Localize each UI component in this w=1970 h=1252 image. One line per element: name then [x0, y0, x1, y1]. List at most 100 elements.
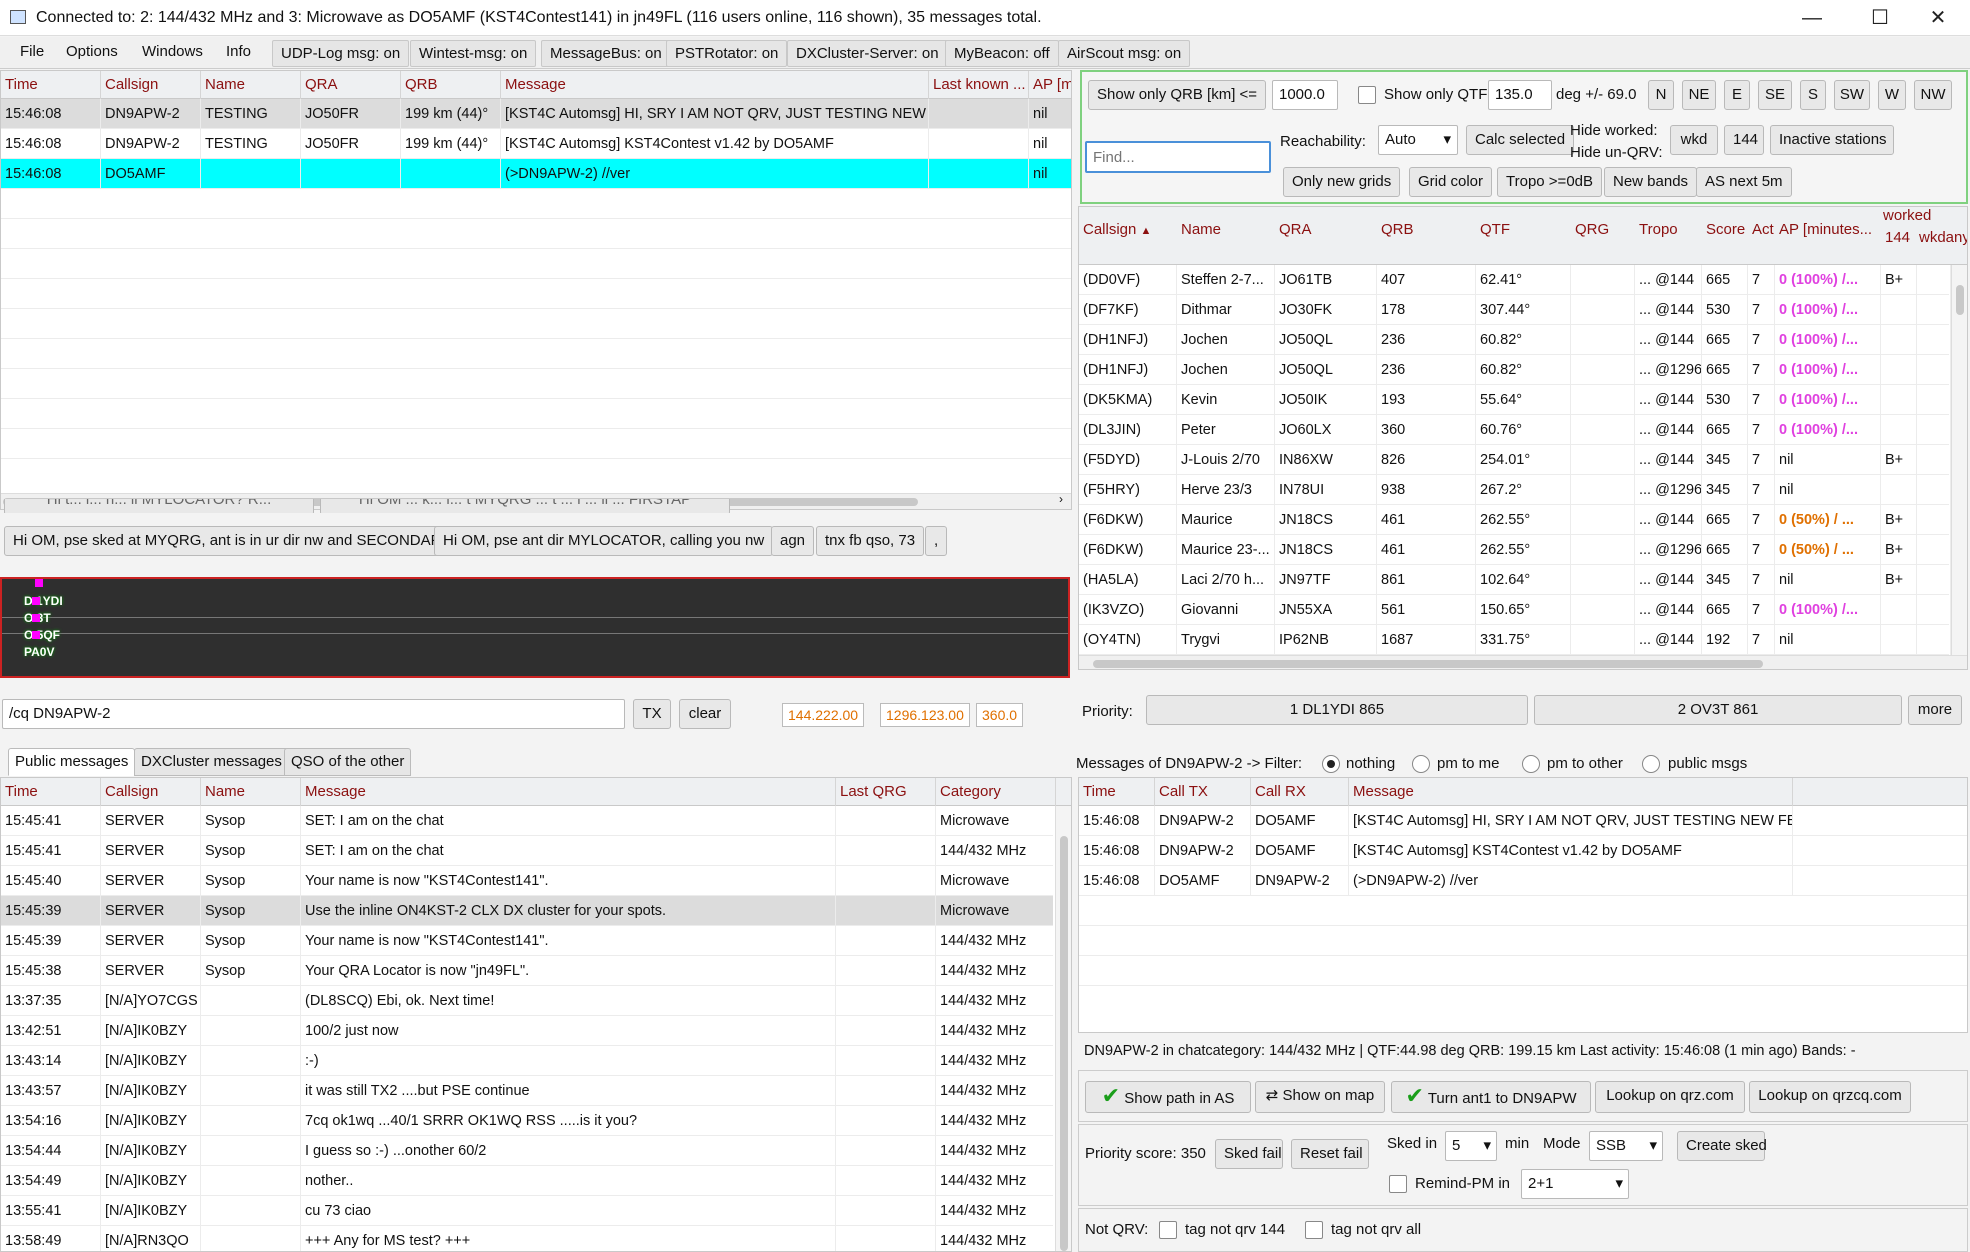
col-qrg[interactable]: QRG: [1575, 221, 1609, 238]
table-row[interactable]: 13:43:57 [N/A]IK0BZY it was still TX2 ....…: [1, 1076, 1056, 1106]
clear-button[interactable]: clear: [679, 699, 731, 729]
snippet-button[interactable]: Hi t... l... h... li MYLOCATOR? R...: [4, 499, 314, 513]
wkd-button[interactable]: wkd: [1670, 125, 1718, 155]
message-input[interactable]: /cq DN9APW-2: [2, 699, 625, 729]
dir-se-button[interactable]: SE: [1758, 80, 1792, 110]
table-row[interactable]: (DK5KMA) Kevin JO50IK 193 55.64° ... @144 530 7…: [1079, 385, 1951, 415]
table-row[interactable]: (DH1NFJ) Jochen JO50QL 236 60.82° ... @144 665…: [1079, 325, 1951, 355]
dir-ne-button[interactable]: NE: [1682, 80, 1716, 110]
snippet-button[interactable]: Hi OM, pse ant dir MYLOCATOR, calling yo…: [434, 526, 774, 556]
table-row[interactable]: (F5DYD) J-Louis 2/70 IN86XW 826 254.01° ... @…: [1079, 445, 1951, 475]
col-time[interactable]: Time: [1, 778, 101, 806]
find-input[interactable]: [1085, 141, 1271, 173]
dir-s-button[interactable]: S: [1800, 80, 1826, 110]
col-act[interactable]: Act: [1752, 221, 1774, 238]
radio-public-msgs[interactable]: [1642, 755, 1660, 773]
col-message[interactable]: Message: [301, 778, 836, 806]
toggle-mybeacon[interactable]: MyBeacon: off: [945, 40, 1059, 67]
table-row[interactable]: 15:46:08 DN9APW-2 DO5AMF [KST4C Automsg]…: [1079, 836, 1967, 866]
maximize-button[interactable]: ☐: [1852, 2, 1908, 34]
minimize-button[interactable]: —: [1784, 2, 1840, 34]
col-message[interactable]: Message: [1349, 778, 1793, 806]
col-worked-144[interactable]: 144: [1885, 229, 1910, 246]
reset-fail-button[interactable]: Reset fail: [1291, 1139, 1369, 1169]
snippet-button[interactable]: tnx fb qso, 73: [816, 526, 925, 556]
table-row[interactable]: 13:42:51 [N/A]IK0BZY 100/2 just now 144/432…: [1, 1016, 1056, 1046]
radio-pm-to-other[interactable]: [1522, 755, 1540, 773]
vertical-scrollbar[interactable]: [1951, 265, 1967, 655]
menu-info[interactable]: Info: [226, 43, 251, 60]
grid-color-button[interactable]: Grid color: [1409, 167, 1493, 197]
tab-public-messages[interactable]: Public messages: [8, 748, 136, 776]
toggle-udp-log[interactable]: UDP-Log msg: on: [272, 40, 410, 67]
col-last-qrg[interactable]: Last QRG: [836, 778, 936, 806]
radio-nothing[interactable]: [1322, 755, 1340, 773]
col-call-tx[interactable]: Call TX: [1155, 778, 1251, 806]
table-row[interactable]: 15:46:08 DN9APW-2 TESTING JO50FR 199 km …: [1, 129, 1071, 159]
reachability-select[interactable]: Auto ▾: [1378, 125, 1458, 155]
tab-dxcluster-messages[interactable]: DXCluster messages: [134, 748, 289, 776]
col-category[interactable]: Category: [936, 778, 1056, 806]
toggle-dxcluster-server[interactable]: DXCluster-Server: on: [787, 40, 948, 67]
table-row[interactable]: 15:45:40 SERVER Sysop Your name is now "KST…: [1, 866, 1056, 896]
table-row[interactable]: (HA5LA) Laci 2/70 h... JN97TF 861 102.64°...…: [1079, 565, 1951, 595]
col-tropo[interactable]: Tropo: [1639, 221, 1678, 238]
more-button[interactable]: more: [1908, 695, 1962, 725]
table-row[interactable]: 13:43:14 [N/A]IK0BZY:-) 144/432 MHz: [1, 1046, 1056, 1076]
col-time[interactable]: Time: [1, 71, 101, 99]
table-row[interactable]: 13:37:35 [N/A]YO7CGS (DL8SCQ) Ebi, ok. Nex…: [1, 986, 1056, 1016]
inactive-stations-button[interactable]: Inactive stations: [1770, 125, 1894, 155]
priority-2-button[interactable]: 2 OV3T 861: [1534, 695, 1902, 725]
scroll-thumb[interactable]: [1060, 836, 1068, 1251]
scroll-thumb[interactable]: [1093, 660, 1763, 668]
remind-pm-select[interactable]: 2+1 ▾: [1521, 1169, 1629, 1199]
as-next-button[interactable]: AS next 5m: [1696, 167, 1792, 197]
col-score[interactable]: Score: [1706, 221, 1745, 238]
tx-button[interactable]: TX: [633, 699, 671, 729]
table-row[interactable]: 15:45:38 SERVER Sysop Your QRA Locator is n…: [1, 956, 1056, 986]
col-worked[interactable]: worked: [1883, 207, 1931, 224]
show-only-qrb-button[interactable]: Show only QRB [km] <=: [1088, 80, 1266, 110]
table-row[interactable]: 13:58:49 [N/A]RN3QO +++ Any for MS test? +…: [1, 1226, 1056, 1251]
toggle-messagebus[interactable]: MessageBus: on: [541, 40, 671, 67]
sked-in-select[interactable]: 5 ▾: [1445, 1131, 1497, 1161]
calc-selected-button[interactable]: Calc selected: [1466, 125, 1574, 155]
col-message[interactable]: Message: [501, 71, 929, 99]
col-qrb[interactable]: QRB: [401, 71, 501, 99]
col-last-known[interactable]: Last known ...: [929, 71, 1029, 99]
table-row[interactable]: 15:45:39 SERVER Sysop Your name is now "KST…: [1, 926, 1056, 956]
col-callsign[interactable]: Callsign: [101, 778, 201, 806]
table-row[interactable]: 15:45:41 SERVER Sysop SET: I am on the chat…: [1, 806, 1056, 836]
snippet-button[interactable]: Hi OM, pse sked at MYQRG, ant is in ur d…: [4, 526, 450, 556]
col-qrb[interactable]: QRB: [1381, 221, 1414, 238]
mode-select[interactable]: SSB ▾: [1589, 1131, 1663, 1161]
col-name[interactable]: Name: [201, 778, 301, 806]
table-row[interactable]: (F5HRY) Herve 23/3 IN78UI 938 267.2° ... @129…: [1079, 475, 1951, 505]
col-callsign[interactable]: Callsign: [101, 71, 201, 99]
airscout-scope[interactable]: D 1YDI O 3T O 5QF PA0V: [0, 577, 1070, 678]
qrb-input[interactable]: 1000.0: [1272, 80, 1338, 110]
dir-sw-button[interactable]: SW: [1834, 80, 1870, 110]
vertical-scrollbar[interactable]: [1055, 806, 1071, 1251]
table-row[interactable]: (DL3JIN) Peter JO60LX 360 60.76° ... @144 665 7…: [1079, 415, 1951, 445]
table-row[interactable]: 13:54:49 [N/A]IK0BZY nother.. 144/432 MHz: [1, 1166, 1056, 1196]
table-row[interactable]: 13:55:41 [N/A]IK0BZY cu 73 ciao 144/432 MHz: [1, 1196, 1056, 1226]
table-row[interactable]: (DD0VF) Steffen 2-7... JO61TB 407 62.41° ... …: [1079, 265, 1951, 295]
col-name[interactable]: Name: [1181, 221, 1221, 238]
lookup-qrz-button[interactable]: Lookup on qrz.com: [1595, 1081, 1745, 1113]
table-row[interactable]: (DF7KF) Dithmar JO30FK 178 307.44° ... @144 53…: [1079, 295, 1951, 325]
col-qtf[interactable]: QTF: [1480, 221, 1510, 238]
table-row[interactable]: 13:54:16 [N/A]IK0BZY 7cq ok1wq ...40/1 SRR…: [1, 1106, 1056, 1136]
col-qra[interactable]: QRA: [1279, 221, 1312, 238]
table-row[interactable]: 15:46:08 DO5AMF DN9APW-2 (>DN9APW-2) //v…: [1079, 866, 1967, 896]
col-callsign[interactable]: Callsign ▲: [1083, 221, 1151, 238]
only-new-grids-button[interactable]: Only new grids: [1283, 167, 1401, 197]
col-qra[interactable]: QRA: [301, 71, 401, 99]
table-row[interactable]: 15:46:08 DN9APW-2 TESTING JO50FR 199 km …: [1, 99, 1071, 129]
snippet-button[interactable]: Hi OM ... k... l... t MYQRG ... t ... i …: [320, 499, 730, 513]
table-row[interactable]: 15:45:41 SERVER Sysop SET: I am on the chat…: [1, 836, 1056, 866]
band-144-button[interactable]: 144: [1724, 125, 1764, 155]
table-row[interactable]: 13:54:44 [N/A]IK0BZY I guess so :-) ...ono…: [1, 1136, 1056, 1166]
create-sked-button[interactable]: Create sked: [1677, 1131, 1767, 1161]
col-worked-any[interactable]: wkdany: [1919, 229, 1967, 246]
